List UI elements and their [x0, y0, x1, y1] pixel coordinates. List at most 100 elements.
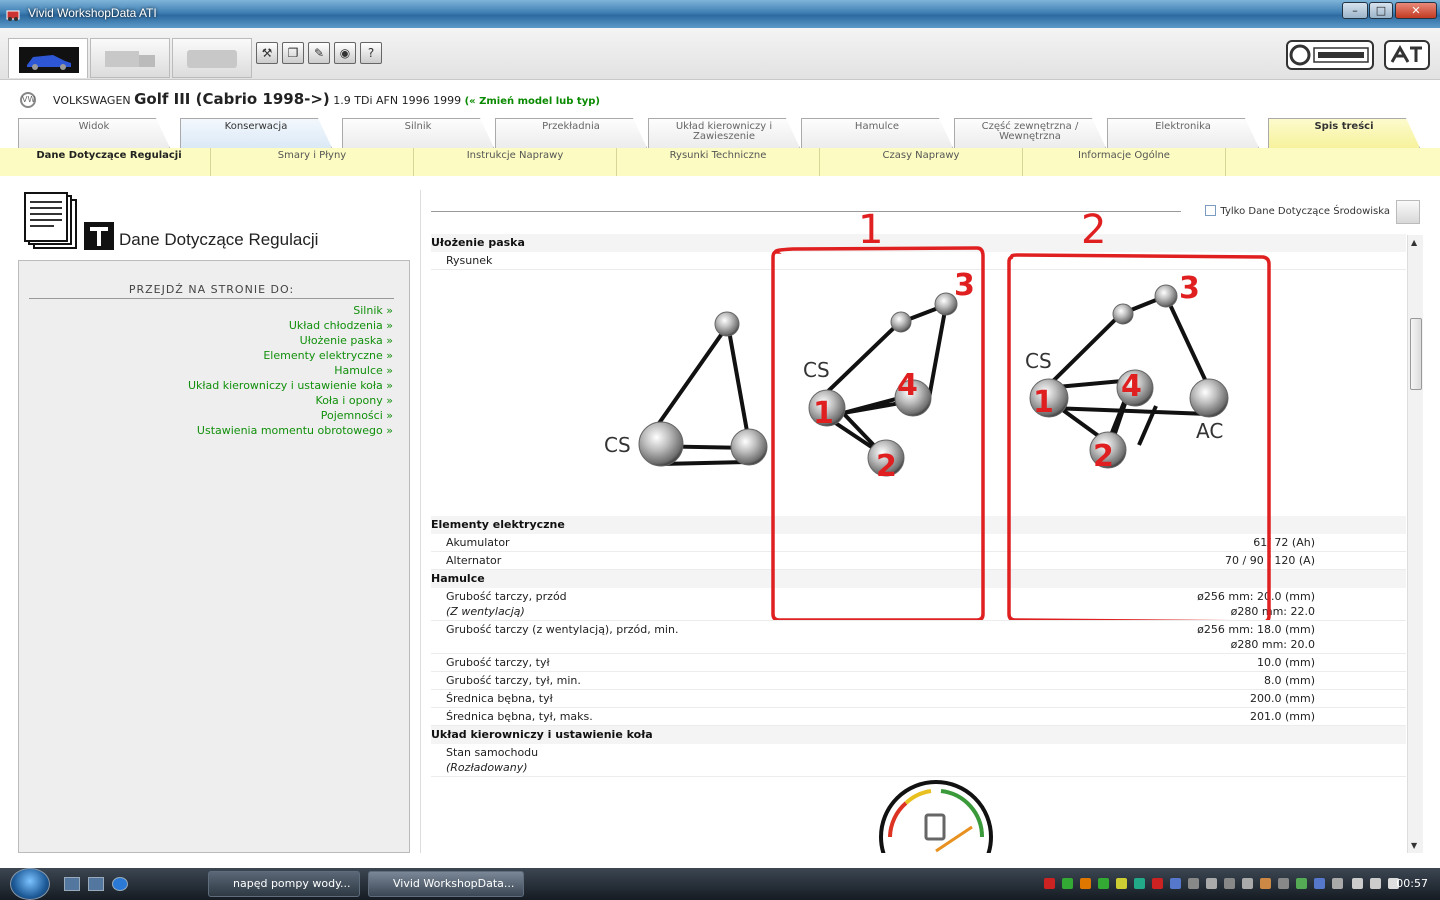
edit-icon[interactable]: ✎: [308, 42, 330, 64]
subtab-instrukcje[interactable]: Instrukcje Naprawy: [414, 148, 617, 176]
vehicle-engine: 1.9 TDi AFN 1996 1999: [333, 94, 462, 107]
tab-spis-tresci[interactable]: Spis treści: [1268, 118, 1420, 148]
tab-elektronika[interactable]: Elektronika: [1107, 118, 1259, 148]
nav-link-momenty[interactable]: Ustawienia momentu obrotowego »: [188, 423, 393, 438]
car-mode-button[interactable]: [8, 38, 88, 78]
show-desktop-icon[interactable]: [64, 877, 80, 891]
tray-icon[interactable]: [1134, 878, 1145, 889]
row-value: 70 / 90 / 120 (A): [1225, 554, 1315, 567]
section-ulozenie-paska: Ułożenie paska: [431, 234, 1406, 252]
vertical-scrollbar[interactable]: ▲ ▼: [1407, 235, 1423, 853]
subtab-czasy[interactable]: Czasy Naprawy: [820, 148, 1023, 176]
scroll-thumb[interactable]: [1410, 318, 1422, 390]
tools-icon[interactable]: ⚒: [256, 42, 278, 64]
tray-icon[interactable]: [1062, 878, 1073, 889]
close-button[interactable]: ✕: [1395, 2, 1437, 19]
tray-icon[interactable]: [1044, 878, 1055, 889]
vehicle-info: VW VOLKSWAGEN Golf III (Cabrio 1998->) 1…: [0, 80, 1440, 116]
subtab-dane-regulacji[interactable]: Dane Dotyczące Regulacji: [8, 148, 211, 176]
subtab-informacje[interactable]: Informacje Ogólne: [1023, 148, 1226, 176]
scroll-up-icon[interactable]: ▲: [1411, 238, 1417, 247]
tray-icon[interactable]: [1152, 878, 1163, 889]
main-tabs: Widok Konserwacja Silnik Przekładnia Ukł…: [0, 116, 1440, 148]
tray-icon[interactable]: [1206, 878, 1217, 889]
belt-layout-a: CS: [604, 311, 768, 467]
document-icon: [24, 192, 77, 249]
tray-icon[interactable]: [1278, 878, 1289, 889]
content-panel: Tylko Dane Dotyczące Środowiska Ułożenie…: [420, 190, 1423, 853]
tray-icon[interactable]: [1224, 878, 1235, 889]
tray-icon[interactable]: [1188, 878, 1199, 889]
print-button[interactable]: [1396, 200, 1420, 224]
task-label: Vivid WorkshopData...: [393, 877, 515, 890]
title-bar: Vivid WorkshopData ATI – □ ✕: [0, 0, 1440, 28]
table-row: Grubość tarczy, tył, min. 8.0 (mm): [431, 672, 1406, 690]
tray-icon[interactable]: [1080, 878, 1091, 889]
tray-icon[interactable]: [1116, 878, 1127, 889]
vehicle-model: Golf III (Cabrio 1998->): [134, 90, 330, 108]
tab-widok[interactable]: Widok: [18, 118, 170, 148]
tray-icon[interactable]: [1260, 878, 1271, 889]
network-icon[interactable]: [1352, 878, 1363, 889]
tab-hamulce[interactable]: Hamulce: [801, 118, 953, 148]
tab-konserwacja[interactable]: Konserwacja: [180, 118, 332, 148]
table-row: Alternator 70 / 90 / 120 (A): [431, 552, 1406, 570]
truck-mode-button[interactable]: [90, 38, 170, 78]
nav-link-elementy-elektryczne[interactable]: Elementy elektryczne »: [188, 348, 393, 363]
row-label: Stan samochodu: [446, 746, 539, 759]
belt-layout-c: CS AC: [1025, 284, 1229, 469]
row-label: Akumulator: [446, 536, 510, 549]
nav-link-silnik[interactable]: Silnik »: [188, 303, 393, 318]
row-value: 10.0 (mm): [1256, 656, 1315, 669]
table-row: Stan samochodu (Rozładowany): [431, 744, 1406, 777]
network-icon[interactable]: [1370, 878, 1381, 889]
task-vivid-workshopdata[interactable]: Vivid WorkshopData...: [368, 871, 524, 897]
nav-link-uklad-kierowniczy[interactable]: Układ kierowniczy i ustawienie koła »: [188, 378, 393, 393]
row-value-2: ø280 mm: 22.0: [1230, 605, 1315, 618]
tab-silnik[interactable]: Silnik: [342, 118, 494, 148]
help-icon[interactable]: ?: [360, 42, 382, 64]
task-naped-pompy[interactable]: napęd pompy wody...: [208, 871, 360, 897]
tray-icon[interactable]: [1242, 878, 1253, 889]
tray-icon[interactable]: [1332, 878, 1343, 889]
scroll-down-icon[interactable]: ▼: [1411, 841, 1417, 850]
subtab-smary[interactable]: Smary i Płyny: [211, 148, 414, 176]
start-button[interactable]: [10, 868, 50, 900]
nav-link-hamulce[interactable]: Hamulce »: [188, 363, 393, 378]
tray-icon[interactable]: [1170, 878, 1181, 889]
env-checkbox-label: Tylko Dane Dotyczące Środowiska: [1220, 206, 1390, 217]
tab-przekladnia[interactable]: Przekładnia: [495, 118, 647, 148]
clock: 00:57: [1396, 877, 1428, 890]
row-value: 201.0 (mm): [1249, 710, 1315, 723]
tab-czesc-zewnetrzna[interactable]: Część zewnętrzna / Wewnętrzna: [954, 118, 1106, 148]
env-only-checkbox[interactable]: Tylko Dane Dotyczące Środowiska: [1205, 205, 1390, 217]
tab-uklad-kierowniczy[interactable]: Układ kierowniczy i Zawieszenie: [648, 118, 800, 148]
switch-windows-icon[interactable]: [88, 877, 104, 891]
checkbox-box[interactable]: [1205, 205, 1217, 216]
tray-icon[interactable]: [1314, 878, 1325, 889]
ie-icon[interactable]: [112, 877, 128, 891]
taskbar: napęd pompy wody... Vivid WorkshopData..…: [0, 868, 1440, 900]
label-cs-c: CS: [1025, 349, 1052, 373]
row-label: Średnica bębna, tył: [446, 692, 553, 705]
sub-tabs: Dane Dotyczące Regulacji Smary i Płyny I…: [0, 148, 1440, 176]
row-label: Grubość tarczy (z wentylacją), przód, mi…: [446, 623, 679, 636]
bus-mode-button[interactable]: [172, 38, 252, 78]
tray-icon[interactable]: [1296, 878, 1307, 889]
row-value: ø256 mm: 18.0 (mm): [1197, 623, 1315, 636]
minimize-button[interactable]: –: [1342, 2, 1368, 19]
subtab-rysunki[interactable]: Rysunki Techniczne: [617, 148, 820, 176]
tray-icon[interactable]: [1098, 878, 1109, 889]
globe-icon[interactable]: ◉: [334, 42, 356, 64]
bus-icon: [187, 50, 237, 68]
jump-to-title: PRZEJDŹ NA STRONIE DO:: [29, 283, 394, 299]
maximize-button[interactable]: □: [1369, 2, 1393, 19]
nav-link-kola-opony[interactable]: Koła i opony »: [188, 393, 393, 408]
nav-link-uklad-chlodzenia[interactable]: Układ chłodzenia »: [188, 318, 393, 333]
copy-icon[interactable]: ❐: [282, 42, 304, 64]
label-ac-c: AC: [1196, 419, 1223, 443]
nav-link-ulozenie-paska[interactable]: Ułożenie paska »: [188, 333, 393, 348]
change-model-link[interactable]: (« Zmień model lub typ): [465, 96, 600, 107]
nav-link-pojemnosci[interactable]: Pojemności »: [188, 408, 393, 423]
table-row: Średnica bębna, tył, maks. 201.0 (mm): [431, 708, 1406, 726]
